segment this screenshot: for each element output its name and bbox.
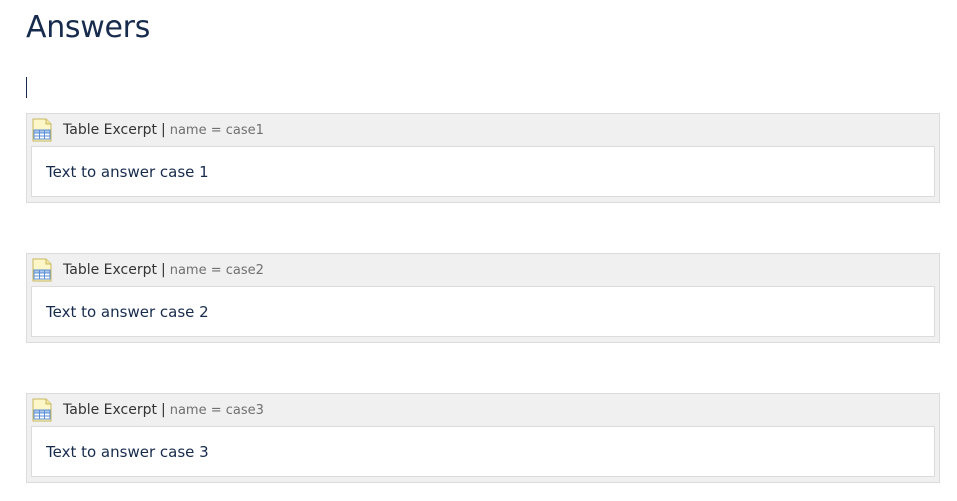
table-excerpt-icon [32,258,52,282]
table-excerpt-icon [32,118,52,142]
macro-title: Table Excerpt | name = case1 [63,122,264,138]
text-cursor [26,77,27,98]
macro-separator: | [160,122,166,138]
macro-parameter: name = case2 [169,263,264,278]
macro-parameter: name = case3 [169,403,264,418]
table-excerpt-icon [32,398,52,422]
table-excerpt-macro[interactable]: Table Excerpt | name = case2 Text to answe… [26,253,940,343]
macro-body[interactable]: Text to answer case 3 [31,426,935,477]
macro-name: Table Excerpt [63,262,157,278]
macro-header[interactable]: Table Excerpt | name = case1 [27,114,939,146]
macro-body[interactable]: Text to answer case 2 [31,286,935,337]
macro-title: Table Excerpt | name = case3 [63,402,264,418]
macro-separator: | [160,262,166,278]
macro-header[interactable]: Table Excerpt | name = case3 [27,394,939,426]
macro-name: Table Excerpt [63,122,157,138]
macro-body-text[interactable]: Text to answer case 1 [46,163,209,181]
macro-body-text[interactable]: Text to answer case 3 [46,443,209,461]
page-title[interactable]: Answers [26,8,150,48]
macro-parameter: name = case1 [169,123,264,138]
macro-separator: | [160,402,166,418]
macro-name: Table Excerpt [63,402,157,418]
table-excerpt-macro[interactable]: Table Excerpt | name = case3 Text to answe… [26,393,940,483]
macro-header[interactable]: Table Excerpt | name = case2 [27,254,939,286]
macro-title: Table Excerpt | name = case2 [63,262,264,278]
macro-body[interactable]: Text to answer case 1 [31,146,935,197]
table-excerpt-macro[interactable]: Table Excerpt | name = case1 Text to answe… [26,113,940,203]
macro-body-text[interactable]: Text to answer case 2 [46,303,209,321]
